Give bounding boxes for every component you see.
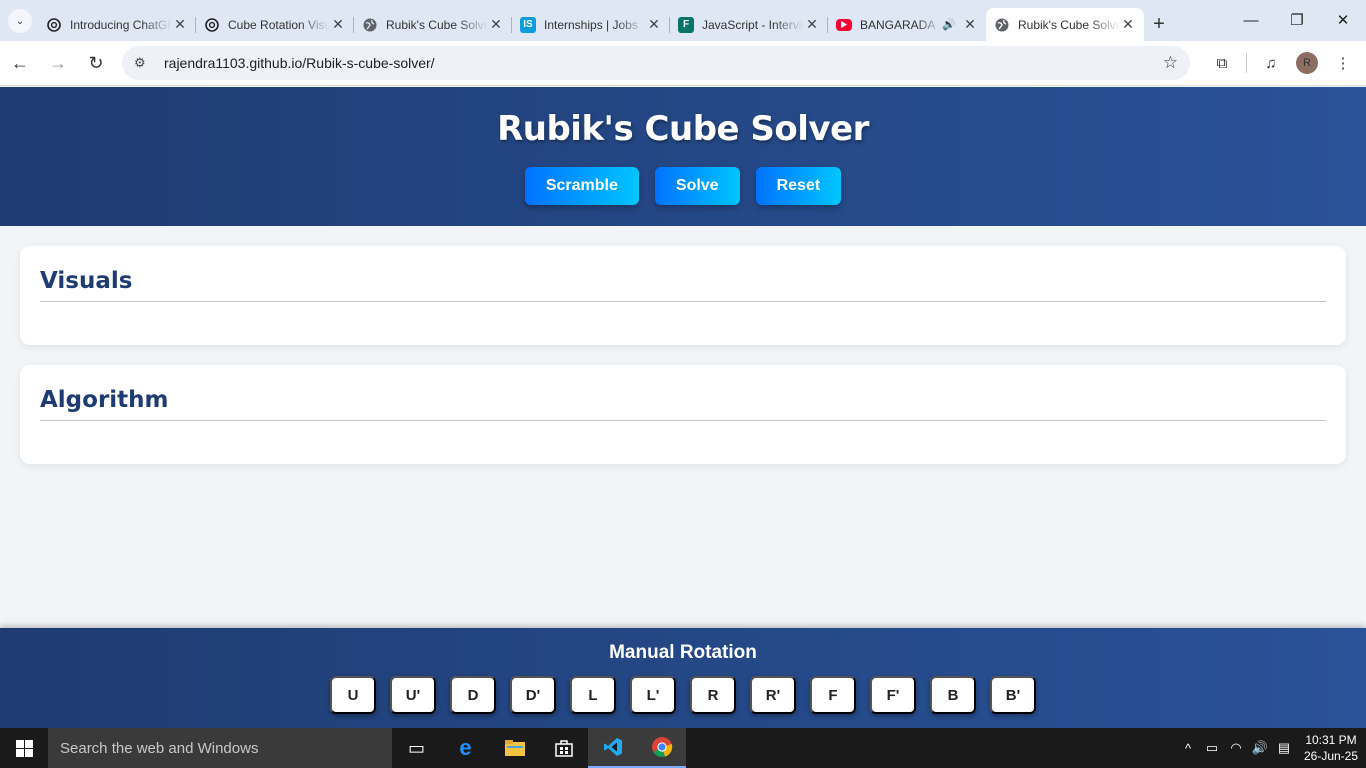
close-tab-icon[interactable]: ✕: [646, 16, 662, 33]
tab-title: JavaScript - Interview: [702, 17, 804, 32]
battery-icon[interactable]: ▭: [1200, 740, 1224, 756]
tab-title: BANGARADA: [860, 17, 936, 32]
tab-title: Internships | Jobs: [544, 17, 638, 32]
address-bar[interactable]: ⚙ rajendra1103.github.io/Rubik-s-cube-so…: [122, 46, 1190, 80]
edge-browser-icon[interactable]: e: [441, 728, 490, 768]
algorithm-card: Algorithm: [20, 365, 1346, 464]
new-tab-plus-icon[interactable]: +: [1144, 8, 1174, 41]
close-tab-icon[interactable]: ✕: [804, 16, 820, 33]
task-view-icon[interactable]: ▭: [392, 728, 441, 768]
globe-icon: [994, 17, 1010, 33]
move-button-r-prime[interactable]: R': [750, 676, 796, 714]
forms-icon: F: [678, 16, 694, 33]
visuals-card: Visuals: [20, 246, 1346, 345]
store-icon[interactable]: [539, 728, 588, 768]
clock-time: 10:31 PM: [1305, 733, 1357, 747]
move-button-b[interactable]: B: [930, 676, 976, 714]
back-arrow-icon[interactable]: ←: [2, 45, 38, 81]
browser-tab[interactable]: IS Internships | Jobs ✕: [512, 8, 670, 41]
scramble-button[interactable]: Scramble: [524, 167, 639, 205]
move-button-r[interactable]: R: [690, 676, 736, 714]
youtube-icon: [836, 18, 852, 31]
system-tray: ^ ▭ ◠ 🔊 ▤ 10:31 PM 26-Jun-25: [1176, 728, 1366, 768]
app-header: Rubik's Cube Solver Scramble Solve Reset: [0, 87, 1366, 226]
tab-title: Cube Rotation Visualizer: [228, 17, 330, 32]
algorithm-heading: Algorithm: [40, 387, 1326, 421]
reset-button[interactable]: Reset: [755, 167, 842, 205]
control-buttons: Scramble Solve Reset: [0, 167, 1366, 205]
chrome-icon[interactable]: [637, 728, 686, 768]
tab-title: Introducing ChatGPT: [70, 17, 172, 32]
restore-icon[interactable]: ❐: [1274, 0, 1320, 40]
openai-icon: [46, 17, 62, 33]
browser-toolbar: ← → ↻ ⚙ rajendra1103.github.io/Rubik-s-c…: [0, 41, 1366, 86]
taskbar-search-input[interactable]: Search the web and Windows: [48, 728, 392, 768]
browser-tab-active[interactable]: Rubik's Cube Solver ✕: [986, 8, 1144, 41]
file-explorer-icon[interactable]: [490, 728, 539, 768]
tab-title: Rubik's Cube Solver: [1018, 17, 1120, 32]
forward-arrow-icon[interactable]: →: [40, 45, 76, 81]
media-control-icon[interactable]: ♫: [1253, 45, 1289, 81]
rotation-buttons: U U' D D' L L' R R' F F' B B': [0, 676, 1366, 714]
site-settings-icon[interactable]: ⚙: [134, 55, 154, 71]
move-button-u[interactable]: U: [330, 676, 376, 714]
visuals-heading: Visuals: [40, 268, 1326, 302]
window-controls: — ❐ ✕: [1228, 0, 1366, 40]
browser-tab[interactable]: F JavaScript - Interview ✕: [670, 8, 828, 41]
notifications-icon[interactable]: ▤: [1272, 740, 1296, 756]
move-button-f[interactable]: F: [810, 676, 856, 714]
move-button-l[interactable]: L: [570, 676, 616, 714]
internshala-icon: IS: [520, 16, 536, 33]
close-tab-icon[interactable]: ✕: [1120, 16, 1136, 33]
move-button-b-prime[interactable]: B': [990, 676, 1036, 714]
solve-button[interactable]: Solve: [654, 167, 740, 205]
windows-start-icon[interactable]: [0, 728, 48, 768]
browser-tab[interactable]: Introducing ChatGPT ✕: [38, 8, 196, 41]
close-tab-icon[interactable]: ✕: [172, 16, 188, 33]
page-content: Rubik's Cube Solver Scramble Solve Reset…: [0, 87, 1366, 728]
move-button-d[interactable]: D: [450, 676, 496, 714]
browser-tab[interactable]: Rubik's Cube Solver ✕: [354, 8, 512, 41]
tab-search-chevron-icon[interactable]: ⌄: [8, 9, 32, 33]
volume-icon[interactable]: 🔊: [1248, 740, 1272, 756]
menu-kebab-icon[interactable]: ⋮: [1325, 45, 1361, 81]
manual-rotation-title: Manual Rotation: [609, 642, 757, 663]
move-button-l-prime[interactable]: L': [630, 676, 676, 714]
minimize-icon[interactable]: —: [1228, 0, 1274, 40]
close-tab-icon[interactable]: ✕: [488, 16, 504, 33]
clock[interactable]: 10:31 PM 26-Jun-25: [1296, 732, 1366, 764]
wifi-icon[interactable]: ◠: [1224, 740, 1248, 756]
openai-icon: [204, 17, 220, 33]
browser-tabstrip: ⌄ Introducing ChatGPT ✕ Cube Rotation Vi…: [0, 0, 1366, 41]
reload-icon[interactable]: ↻: [78, 45, 114, 81]
close-tab-icon[interactable]: ✕: [330, 16, 346, 33]
speaker-icon[interactable]: 🔊: [942, 18, 956, 31]
browser-tab[interactable]: BANGARADA 🔊 ✕: [828, 8, 986, 41]
globe-icon: [362, 17, 378, 33]
tab-title: Rubik's Cube Solver: [386, 17, 488, 32]
clock-date: 26-Jun-25: [1303, 749, 1359, 763]
vscode-icon[interactable]: [588, 728, 637, 768]
browser-tab[interactable]: Cube Rotation Visualizer ✕: [196, 8, 354, 41]
bookmark-star-icon[interactable]: ☆: [1163, 53, 1178, 73]
close-tab-icon[interactable]: ✕: [962, 16, 978, 33]
move-button-d-prime[interactable]: D': [510, 676, 556, 714]
manual-rotation-panel: Manual Rotation U U' D D' L L' R R' F F'…: [0, 628, 1366, 728]
move-button-u-prime[interactable]: U': [390, 676, 436, 714]
windows-taskbar: Search the web and Windows ▭ e ^ ▭ ◠ 🔊 ▤…: [0, 728, 1366, 768]
page-title: Rubik's Cube Solver: [497, 109, 869, 149]
url-text[interactable]: rajendra1103.github.io/Rubik-s-cube-solv…: [164, 55, 1163, 71]
profile-avatar[interactable]: R: [1296, 52, 1318, 74]
move-button-f-prime[interactable]: F': [870, 676, 916, 714]
show-hidden-icons-icon[interactable]: ^: [1176, 741, 1200, 756]
extensions-puzzle-icon[interactable]: ⧉: [1204, 45, 1240, 81]
close-window-icon[interactable]: ✕: [1320, 0, 1366, 40]
